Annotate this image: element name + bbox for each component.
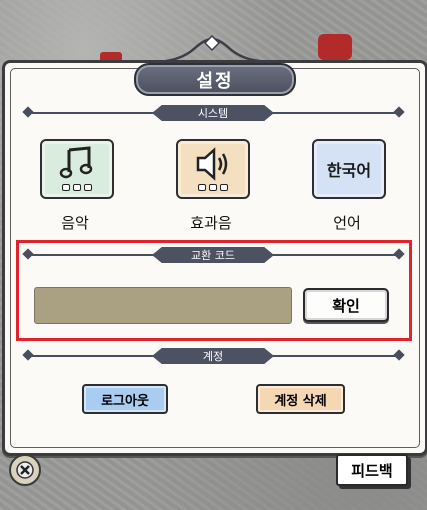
confirm-button[interactable]: 확인 — [303, 288, 389, 322]
section-header-system: 시스템 — [22, 105, 405, 121]
sfx-toggle-button[interactable] — [176, 139, 250, 199]
page-title: 설정 — [134, 63, 296, 96]
section-header-account: 계정 — [22, 348, 405, 364]
volume-level-indicator — [198, 184, 228, 191]
background-decoration — [318, 34, 352, 60]
music-note-icon — [59, 146, 93, 179]
delete-account-button[interactable]: 계정 삭제 — [256, 384, 345, 414]
volume-level-indicator — [62, 184, 92, 191]
feedback-button[interactable]: 피드백 — [336, 454, 408, 486]
close-button[interactable] — [9, 454, 41, 486]
sfx-label: 효과음 — [190, 214, 232, 232]
section-header-exchange-code: 교환 코드 — [22, 247, 405, 263]
title-ornament — [151, 34, 274, 64]
section-title-system: 시스템 — [152, 105, 274, 121]
exchange-code-input[interactable] — [34, 287, 292, 324]
music-toggle-button[interactable] — [40, 139, 114, 199]
section-title-account: 계정 — [152, 348, 274, 364]
logout-button[interactable]: 로그아웃 — [82, 384, 168, 414]
language-button[interactable]: 한국어 — [312, 139, 386, 199]
music-label: 음악 — [61, 214, 89, 232]
language-label: 언어 — [333, 214, 361, 232]
section-title-exchange-code: 교환 코드 — [152, 247, 274, 263]
speaker-icon — [196, 147, 228, 181]
close-icon — [16, 461, 34, 479]
language-icon-text: 한국어 — [326, 161, 372, 180]
